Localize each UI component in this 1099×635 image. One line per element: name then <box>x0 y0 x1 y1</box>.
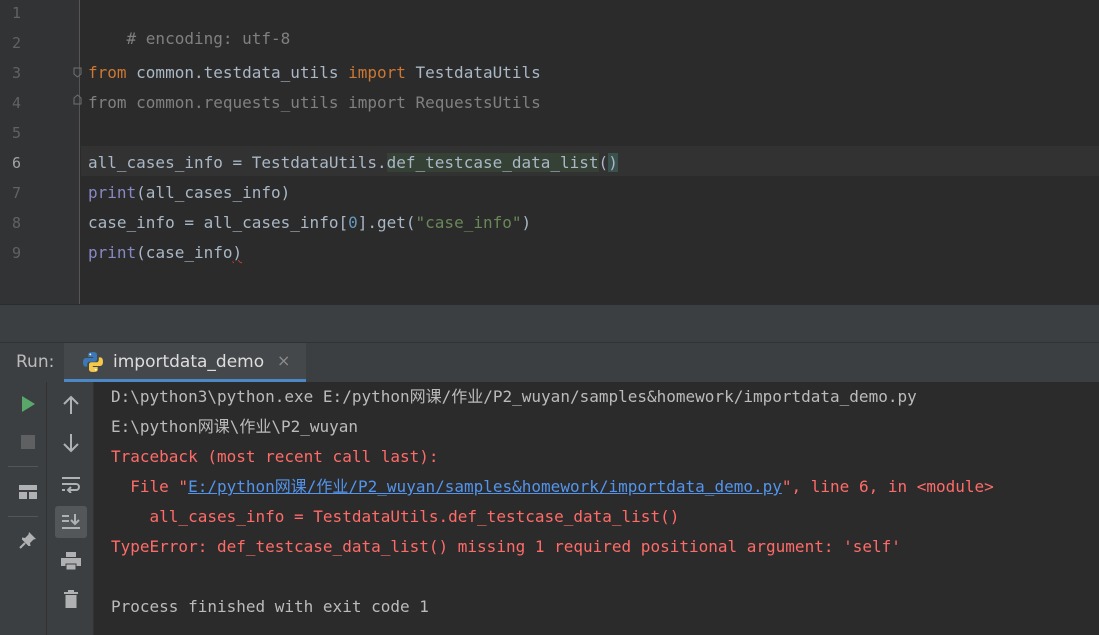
fold-start-icon[interactable] <box>73 67 82 78</box>
print-button[interactable] <box>55 545 87 577</box>
number-literal: 0 <box>348 213 358 232</box>
scroll-down-icon <box>63 434 79 453</box>
run-toolbar-left <box>0 382 47 635</box>
run-panel-header: Run: importdata_demo × <box>0 342 1099 382</box>
layout-button[interactable] <box>12 476 44 508</box>
keyword-import: import <box>348 63 406 82</box>
soft-wrap-button[interactable] <box>55 468 87 500</box>
layout-icon <box>19 485 37 499</box>
stop-button[interactable] <box>12 426 44 458</box>
line-number: 4 <box>12 94 22 112</box>
run-icon <box>22 396 35 412</box>
soft-wrap-icon <box>62 477 80 493</box>
traceback-file-suffix: ", line 6, in <module> <box>781 477 994 496</box>
code-line-4-unused-import: from common.requests_utils import Reques… <box>88 90 541 120</box>
assignment-lhs: case_info = all_cases_info[ <box>88 213 349 232</box>
python-icon <box>83 352 103 372</box>
console-line-exit: Process finished with exit code 1 <box>111 597 429 616</box>
line-number-current: 6 <box>12 154 22 172</box>
trash-icon <box>64 590 78 608</box>
paren-open: ( <box>598 153 609 172</box>
code-comment: # encoding: utf-8 <box>126 29 291 48</box>
code-line-6: all_cases_info = TestdataUtils.def_testc… <box>88 150 618 180</box>
run-label: Run: <box>16 352 55 372</box>
pin-tab-button[interactable] <box>12 524 44 556</box>
method-call: ].get( <box>357 213 416 232</box>
code-line-3: from common.testdata_utils import Testda… <box>88 60 541 90</box>
print-icon <box>61 552 81 571</box>
pin-icon <box>19 532 36 549</box>
console-line-command: D:\python3\python.exe E:/python网课/作业/P2_… <box>111 387 917 406</box>
console-output[interactable]: D:\python3\python.exe E:/python网课/作业/P2_… <box>111 382 1099 635</box>
code-line-8: case_info = all_cases_info[0].get("case_… <box>88 210 531 240</box>
close-tab-icon[interactable]: × <box>277 351 290 370</box>
run-tab-title: importdata_demo <box>113 352 265 372</box>
keyword-from: from <box>88 63 127 82</box>
console-line-error: TypeError: def_testcase_data_list() miss… <box>111 537 901 556</box>
scroll-to-end-icon <box>62 514 80 529</box>
code-line-1: # encoding: utf-8 <box>88 0 291 48</box>
console-line-source: all_cases_info = TestdataUtils.def_testc… <box>111 507 680 526</box>
builtin-print: print <box>88 183 137 202</box>
run-toolbar-right <box>47 382 94 635</box>
code-line-7: print(all_cases_info) <box>88 180 290 210</box>
inspection-warning-mark: ) <box>232 243 243 262</box>
clear-all-button[interactable] <box>55 583 87 615</box>
up-stack-button[interactable] <box>55 389 87 421</box>
traceback-file-link[interactable]: E:/python网课/作业/P2_wuyan/samples&homework… <box>188 477 782 496</box>
line-number: 8 <box>12 214 22 232</box>
down-stack-button[interactable] <box>55 427 87 459</box>
code-line-9: print(case_info) <box>88 240 242 270</box>
editor-panel-divider[interactable] <box>0 304 1099 343</box>
run-tab-importdata-demo[interactable]: importdata_demo × <box>64 343 306 382</box>
paren-close: ) <box>521 213 532 232</box>
line-number: 9 <box>12 244 22 262</box>
line-number: 7 <box>12 184 22 202</box>
scroll-up-icon <box>63 395 79 414</box>
rerun-button[interactable] <box>12 388 44 420</box>
call-args: (case_info <box>136 243 233 262</box>
unused-import-text: from common.requests_utils import Reques… <box>88 93 541 112</box>
toolbar-separator <box>8 516 38 517</box>
line-number: 1 <box>12 4 22 22</box>
console-line-cwd: E:\python网课\作业\P2_wuyan <box>111 417 359 436</box>
scroll-to-end-button[interactable] <box>55 506 87 538</box>
builtin-print: print <box>88 243 137 262</box>
highlighted-call: def_testcase_data_list <box>386 153 599 172</box>
fold-end-icon[interactable] <box>73 94 82 105</box>
toolbar-separator <box>8 466 38 467</box>
stop-icon <box>21 435 35 449</box>
paren-close-matched: ) <box>608 153 618 172</box>
line-number-gutter: 1 2 3 4 5 6 7 8 9 <box>0 0 82 304</box>
call-args: (all_cases_info) <box>136 183 291 202</box>
module-name: common.testdata_utils <box>126 63 349 82</box>
console-line-traceback: Traceback (most recent call last): <box>111 447 439 466</box>
console-line-file: File "E:/python网课/作业/P2_wuyan/samples&ho… <box>111 472 994 502</box>
string-literal: "case_info" <box>415 213 522 232</box>
line-number: 5 <box>12 124 22 142</box>
line-number: 3 <box>12 64 22 82</box>
line-number: 2 <box>12 34 22 52</box>
imported-name: TestdataUtils <box>405 63 541 82</box>
assignment-lhs: all_cases_info = TestdataUtils. <box>88 153 387 172</box>
traceback-file-prefix: File " <box>111 477 189 496</box>
code-editor[interactable]: 1 2 3 4 5 6 7 8 9 # encoding: utf-8 from… <box>0 0 1099 304</box>
